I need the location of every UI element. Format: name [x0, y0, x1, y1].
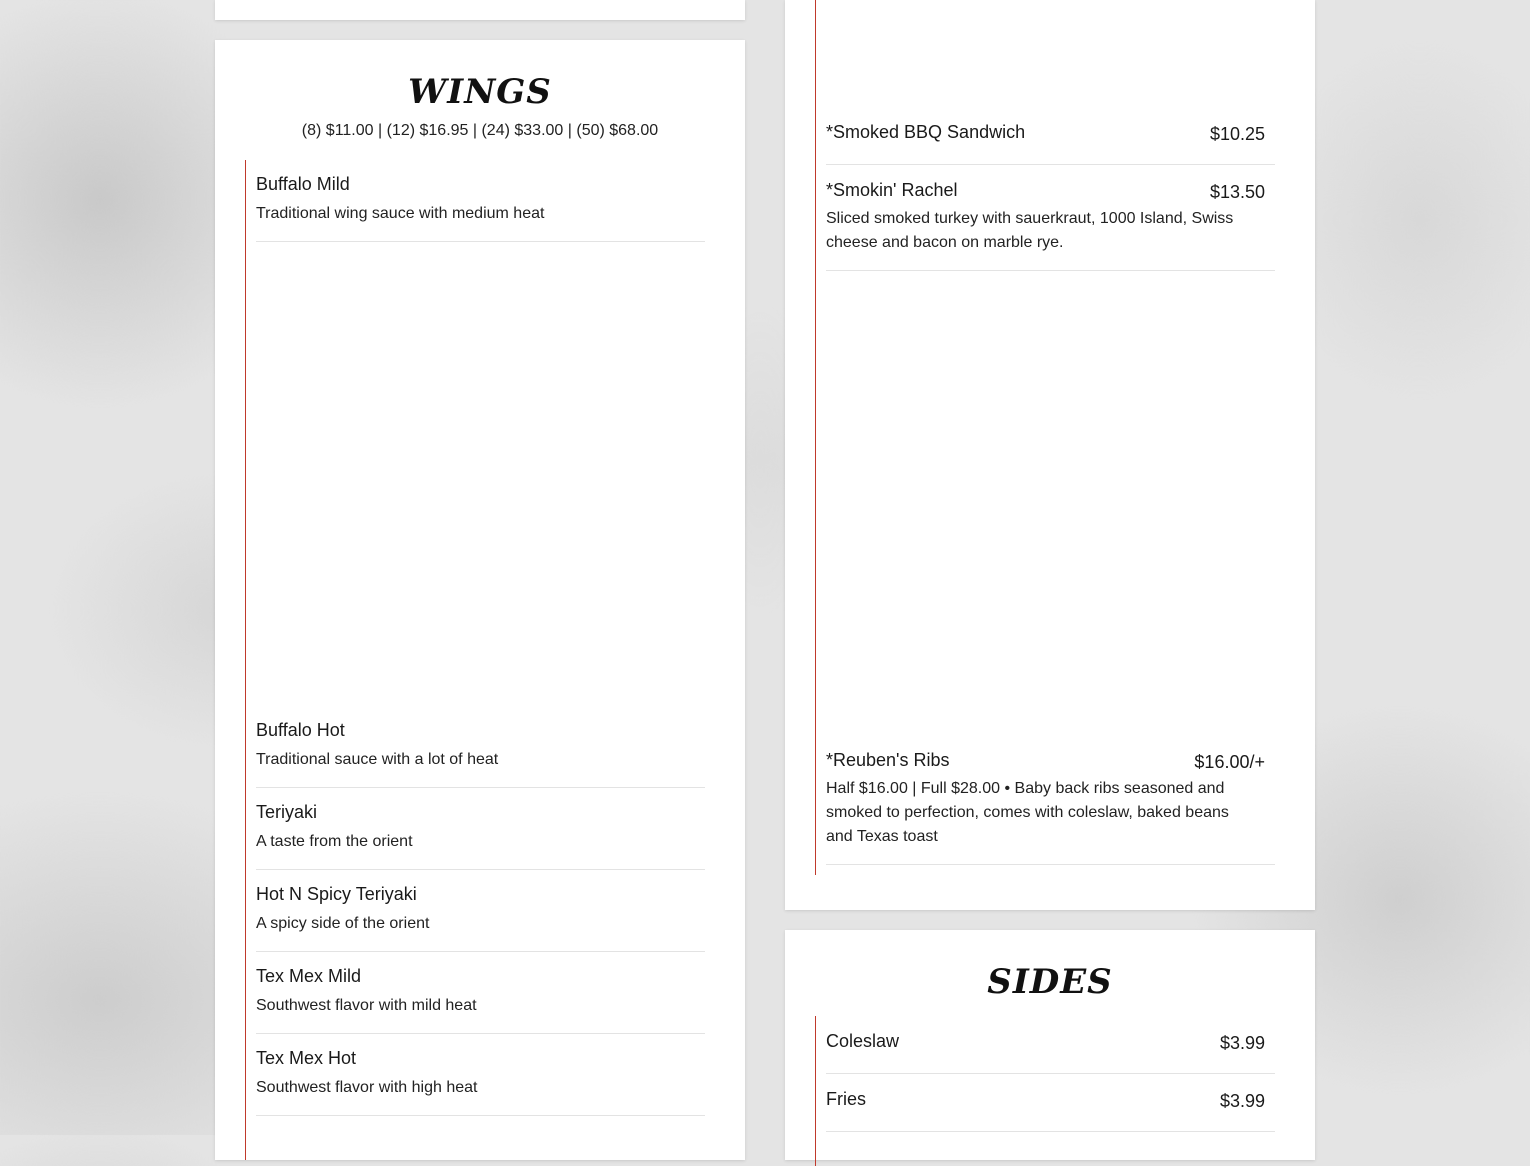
item-name: Tex Mex Mild — [256, 966, 362, 986]
item-description: A spicy side of the orient — [256, 915, 430, 932]
menu-item: Buffalo Mild Traditional wing sauce with… — [256, 174, 705, 242]
item-name: Tex Mex Hot — [256, 1048, 357, 1068]
entrees-panel: *Smoked BBQ Sandwich $10.25 *Smokin' Rac… — [785, 0, 1315, 910]
item-price: $10.25 — [1209, 124, 1265, 144]
item-price: $13.50 — [1209, 182, 1265, 202]
item-name: Hot N Spicy Teriyaki — [256, 884, 417, 904]
wings-price-line: (8) $11.00 | (12) $16.95 | (24) $33.00 |… — [301, 122, 659, 139]
item-description: Southwest flavor with mild heat — [256, 997, 477, 1014]
item-name: Fries — [826, 1089, 866, 1109]
item-description: Traditional wing sauce with medium heat — [256, 205, 545, 222]
accent-divider — [815, 1016, 816, 1166]
menu-item: Tex Mex Hot Southwest flavor with high h… — [256, 1048, 705, 1116]
item-description: Southwest flavor with high heat — [256, 1079, 478, 1096]
sides-title: SIDES — [987, 962, 1113, 1002]
menu-item: Buffalo Hot Traditional sauce with a lot… — [256, 720, 705, 788]
item-price: $3.99 — [1219, 1033, 1265, 1053]
item-name: Coleslaw — [826, 1031, 900, 1051]
item-price: $3.99 — [1219, 1091, 1265, 1111]
menu-item: *Smokin' Rachel $13.50 Sliced smoked tur… — [826, 180, 1275, 271]
accent-divider — [245, 160, 246, 1160]
item-description: Half $16.00 | Full $28.00 • Baby back ri… — [826, 780, 1229, 845]
menu-item: Tex Mex Mild Southwest flavor with mild … — [256, 966, 705, 1034]
menu-item: *Smoked BBQ Sandwich $10.25 — [826, 122, 1275, 165]
wings-panel: WINGS (8) $11.00 | (12) $16.95 | (24) $3… — [215, 40, 745, 1160]
item-price: $16.00/+ — [1194, 752, 1265, 772]
item-name: *Smokin' Rachel — [826, 180, 958, 200]
item-description: A taste from the orient — [256, 833, 413, 850]
menu-item: Coleslaw $3.99 — [826, 1031, 1275, 1074]
wings-title: WINGS — [408, 72, 552, 112]
menu-panel-top — [215, 0, 745, 20]
menu-item: Teriyaki A taste from the orient — [256, 802, 705, 870]
item-name: Buffalo Hot — [256, 720, 345, 740]
item-description: Sliced smoked turkey with sauerkraut, 10… — [826, 210, 1234, 251]
accent-divider — [815, 0, 816, 875]
sides-panel: SIDES Coleslaw $3.99 Fries $3.99 — [785, 930, 1315, 1166]
item-name: *Reuben's Ribs — [826, 750, 950, 770]
item-name: Teriyaki — [256, 802, 318, 822]
menu-item: *Reuben's Ribs $16.00/+ Half $16.00 | Fu… — [826, 750, 1275, 865]
item-name: Buffalo Mild — [256, 174, 350, 194]
item-name: *Smoked BBQ Sandwich — [826, 122, 1026, 142]
menu-item: Fries $3.99 — [826, 1089, 1275, 1132]
item-description: Traditional sauce with a lot of heat — [256, 751, 499, 768]
menu-item: Hot N Spicy Teriyaki A spicy side of the… — [256, 884, 705, 952]
